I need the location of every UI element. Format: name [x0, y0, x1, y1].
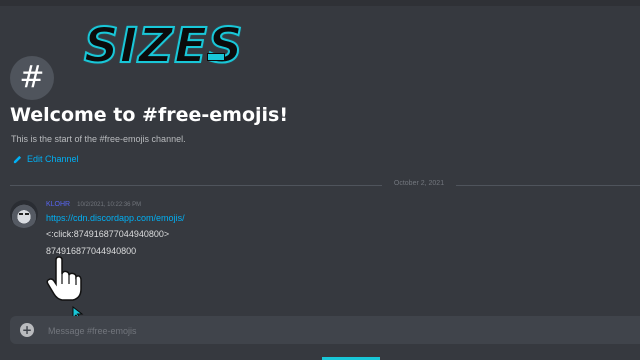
channel-hash-icon: # [10, 56, 54, 100]
message-timestamp: 10/2/2021, 10:22:36 PM [77, 202, 142, 208]
top-bar [0, 0, 640, 6]
message-link[interactable]: https://cdn.discordapp.com/emojis/ [46, 213, 185, 223]
plus-circle-icon: + [21, 323, 33, 337]
avatar[interactable] [10, 200, 38, 228]
avatar-eye-right [25, 213, 29, 215]
message-composer: + [10, 316, 640, 344]
message-header: KLOHR 10/2/2021, 10:22:36 PM [46, 201, 141, 208]
date-divider-line-left [10, 185, 382, 186]
message-input[interactable] [46, 322, 610, 340]
overlay-dash [207, 53, 225, 61]
add-attachment-button[interactable]: + [20, 323, 34, 337]
pencil-icon [13, 155, 22, 163]
date-divider-line-right [456, 185, 640, 186]
message-username[interactable]: KLOHR [46, 201, 70, 208]
hand-pointer-icon [46, 256, 82, 301]
message-id-text: 874916877044940800 [46, 246, 137, 256]
channel-welcome-title: Welcome to #free-emojis! [10, 104, 288, 126]
message-click-tag: <:click:874916877044940800> [46, 229, 170, 239]
hash-symbol: # [19, 60, 45, 95]
date-divider-label: October 2, 2021 [393, 180, 445, 187]
overlay-title: SIZES [83, 18, 244, 74]
edit-channel-button[interactable]: Edit Channel [13, 154, 79, 164]
avatar-eye-left [19, 213, 23, 215]
edit-channel-label: Edit Channel [27, 154, 79, 164]
channel-start-text: This is the start of the #free-emojis ch… [11, 134, 186, 144]
